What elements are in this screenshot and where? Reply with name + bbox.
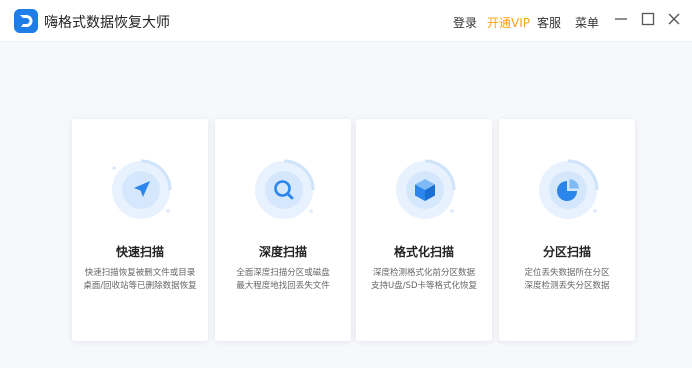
pie-chart-icon xyxy=(539,159,599,219)
card-title: 格式化扫描 xyxy=(393,245,454,259)
maximize-icon[interactable] xyxy=(640,11,656,27)
quick-scan-card[interactable]: 快速扫描 快速扫描恢复被删文件或目录 桌面/回收站等已删除数据恢复 xyxy=(72,119,208,341)
card-desc-line2: 最大程度地找回丢失文件 xyxy=(236,281,330,291)
open-vip-link[interactable]: 开通VIP xyxy=(487,14,530,31)
minimize-icon[interactable] xyxy=(613,11,629,27)
close-icon[interactable] xyxy=(666,11,682,27)
card-desc-line2: 桌面/回收站等已删除数据恢复 xyxy=(83,281,197,291)
card-desc-line1: 快速扫描恢复被删文件或目录 xyxy=(84,268,196,278)
card-desc-line1: 全面深度扫描分区或磁盘 xyxy=(236,268,330,278)
magnifier-icon xyxy=(255,159,315,219)
card-desc-line1: 深度检测格式化前分区数据 xyxy=(372,268,475,278)
card-title: 快速扫描 xyxy=(115,245,164,259)
login-link[interactable]: 登录 xyxy=(453,14,477,31)
app-title: 嗨格式数据恢复大师 xyxy=(44,15,170,31)
app-logo-icon xyxy=(14,9,38,33)
title-bar: 嗨格式数据恢复大师 登录 开通VIP 客服 菜单 xyxy=(0,0,692,42)
card-title: 深度扫描 xyxy=(258,245,307,259)
card-title: 分区扫描 xyxy=(542,245,591,259)
card-desc-line2: 深度检测丢失分区数据 xyxy=(524,281,610,291)
partition-scan-card[interactable]: 分区扫描 定位丢失数据所在分区 深度检测丢失分区数据 xyxy=(499,119,635,341)
navigation-arrow-icon xyxy=(112,159,172,219)
menu-link[interactable]: 菜单 xyxy=(575,14,599,31)
cube-icon xyxy=(396,159,456,219)
card-desc-line2: 支持U盘/SD卡等格式化恢复 xyxy=(370,281,478,291)
card-desc-line1: 定位丢失数据所在分区 xyxy=(524,268,610,278)
customer-service-link[interactable]: 客服 xyxy=(537,14,561,31)
deep-scan-card[interactable]: 深度扫描 全面深度扫描分区或磁盘 最大程度地找回丢失文件 xyxy=(215,119,351,341)
format-scan-card[interactable]: 格式化扫描 深度检测格式化前分区数据 支持U盘/SD卡等格式化恢复 xyxy=(356,119,492,341)
